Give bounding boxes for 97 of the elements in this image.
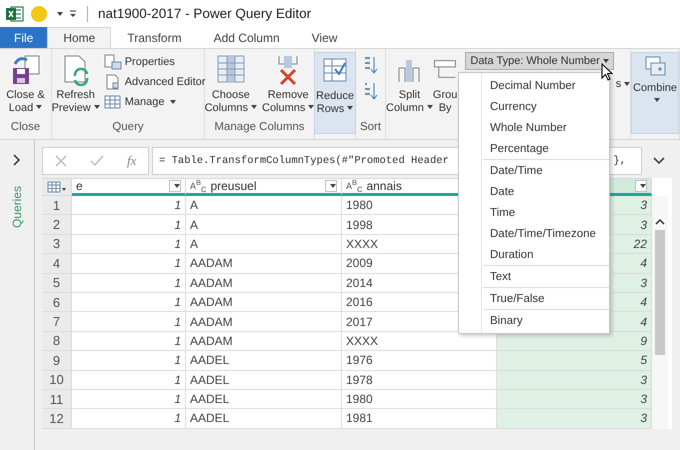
menu-item[interactable]: Currency: [459, 96, 609, 117]
ribbon-tab[interactable]: View: [296, 27, 354, 48]
table-cell: 1: [72, 292, 186, 312]
ribbon-button[interactable]: Reduce Rows: [314, 52, 356, 134]
row-number: 4: [42, 254, 72, 274]
cancel-icon: [54, 155, 67, 167]
data-type-dropdown[interactable]: Data Type: Whole Number: [465, 52, 614, 70]
chevron-down-icon[interactable]: [652, 157, 664, 165]
table-icon: [104, 94, 122, 110]
scroll-up-icon[interactable]: [655, 218, 665, 226]
ribbon-tab[interactable]: Add Column: [198, 27, 296, 48]
filter-button[interactable]: [635, 180, 647, 192]
table-cell: 1: [72, 312, 186, 332]
menu-item[interactable]: Text: [483, 266, 609, 287]
table-cell: AADEL: [186, 351, 342, 371]
row-number: 1: [42, 196, 72, 216]
table-cell: 1980: [342, 390, 497, 410]
table-cell: 1: [72, 215, 186, 235]
caret-icon: [57, 12, 63, 16]
table-cell: A: [186, 215, 342, 235]
table-cell: 1: [72, 370, 186, 390]
table-cell: 5: [497, 351, 652, 371]
row-number: 3: [42, 234, 72, 254]
ribbon-small-button[interactable]: Advanced Editor: [104, 74, 206, 90]
scrollbar[interactable]: [652, 196, 668, 429]
ribbon-button[interactable]: Refresh Preview: [50, 52, 101, 120]
row-number: 12: [42, 409, 72, 429]
ribbon-button[interactable]: Split Column: [386, 52, 433, 120]
table-cell: 3: [497, 390, 652, 410]
row-number: 8: [42, 332, 72, 352]
ribbon-button[interactable]: Grou By: [432, 52, 458, 120]
row-number: 6: [42, 292, 72, 312]
properties-icon: [104, 54, 122, 70]
ribbon-tab[interactable]: Home: [47, 27, 112, 48]
function-label: fx: [127, 153, 136, 169]
group-label: Manage Columns: [213, 121, 306, 135]
group-label: Query: [111, 121, 145, 135]
row-number: 10: [42, 370, 72, 390]
row-number: 7: [42, 312, 72, 332]
table-cell: A: [186, 234, 342, 254]
group-icon: [434, 60, 456, 78]
row-number: 11: [42, 390, 72, 410]
caret-icon: [640, 184, 646, 188]
ribbon-button[interactable]: Remove Columns: [261, 52, 316, 120]
table-cell: 3: [497, 409, 652, 429]
sort-descending-icon[interactable]: [364, 82, 378, 100]
ribbon-button[interactable]: Close & Load: [5, 52, 46, 120]
table-cell: AADAM: [186, 292, 342, 312]
table-cell: A: [186, 196, 342, 216]
sort-ascending-icon[interactable]: [364, 56, 378, 74]
table-cell: AADAM: [186, 254, 342, 274]
table-cell: AADEL: [186, 409, 342, 429]
save-icon: [10, 54, 40, 86]
table-cell: 1: [72, 351, 186, 371]
ribbon-small-button[interactable]: Manage: [104, 94, 206, 110]
menu-item[interactable]: Decimal Number: [459, 75, 609, 96]
row-number: 5: [42, 274, 72, 293]
ribbon-button[interactable]: Choose Columns: [204, 52, 258, 120]
table-cell: 1981: [342, 409, 497, 429]
ribbon-small-button[interactable]: Properties: [104, 54, 206, 70]
table-cell: 3: [497, 370, 652, 390]
table-cell: 1: [72, 274, 186, 293]
table-cell: AADAM: [186, 332, 342, 352]
window-title: nat1900-2017 - Power Query Editor: [98, 6, 312, 21]
expand-icon[interactable]: [13, 154, 21, 166]
table-cell: 1: [72, 234, 186, 254]
customize-icon[interactable]: [69, 10, 77, 18]
table-cell: 1: [72, 409, 186, 429]
table-cell: AADEL: [186, 370, 342, 390]
group-label: Sort: [358, 121, 382, 135]
filter-button[interactable]: [169, 180, 181, 192]
table-cell: 1978: [342, 370, 497, 390]
column-header[interactable]: e: [72, 178, 186, 196]
table-menu-icon[interactable]: [46, 181, 66, 193]
menu-item[interactable]: Whole Number: [459, 117, 609, 138]
caret-icon: [174, 184, 180, 188]
check-icon: [90, 155, 104, 167]
menu-item[interactable]: True/False: [483, 288, 609, 309]
table-cell: 1: [72, 196, 186, 216]
row-number: 9: [42, 351, 72, 371]
table-cell: AADAM: [186, 312, 342, 332]
column-header[interactable]: A$^{B}$$_{C}$ preusuel: [186, 178, 342, 196]
ribbon-button[interactable]: Combine: [630, 52, 680, 134]
ribbon-tab[interactable]: Transform: [111, 27, 198, 48]
table-cell: 1: [72, 332, 186, 352]
group-label: Close: [10, 121, 42, 135]
ribbon-small-button[interactable]: s: [616, 78, 630, 90]
filter-button[interactable]: [325, 180, 337, 192]
table-cell: 1: [72, 390, 186, 410]
table-cell: AADEL: [186, 390, 342, 410]
menu-item[interactable]: Binary: [483, 310, 609, 331]
table-cell: AADAM: [186, 274, 342, 293]
table-cell: 1: [72, 254, 186, 274]
row-number: 2: [42, 215, 72, 235]
caret-icon: [330, 184, 336, 188]
spreadsheet-app-icon: [6, 6, 24, 22]
ribbon-tab[interactable]: File: [0, 27, 48, 48]
